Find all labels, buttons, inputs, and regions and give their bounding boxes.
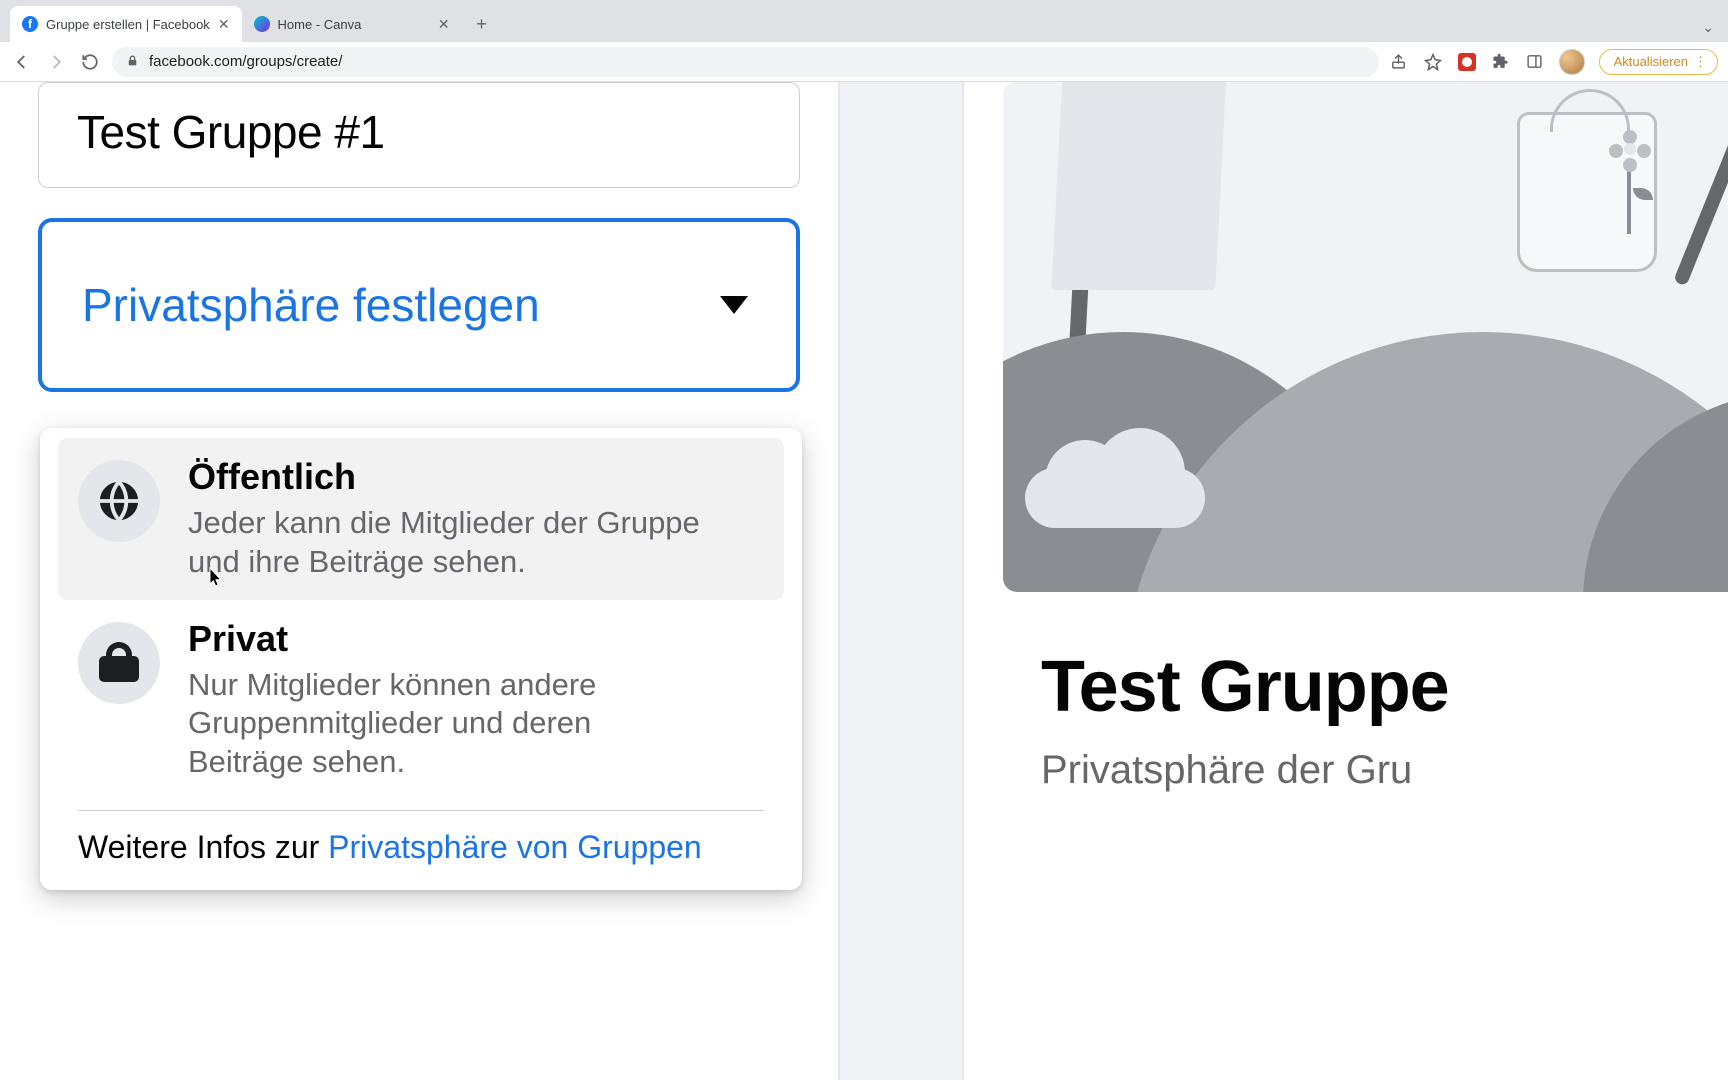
gutter — [965, 82, 1003, 1080]
option-description: Nur Mitglieder können andere Gruppenmitg… — [188, 666, 708, 782]
bookmark-icon[interactable] — [1423, 52, 1443, 72]
canva-favicon — [254, 16, 270, 32]
close-icon[interactable]: ✕ — [218, 16, 230, 33]
menu-dots-icon: ⋮ — [1694, 54, 1707, 70]
group-preview-card: Test Gruppe Privatsphäre der Gru — [1003, 82, 1728, 793]
tab-facebook[interactable]: f Gruppe erstellen | Facebook ✕ — [10, 6, 242, 42]
option-title: Öffentlich — [188, 456, 748, 498]
privacy-learn-more: Weitere Infos zur Privatsphäre von Grupp… — [58, 829, 784, 866]
divider — [78, 810, 764, 811]
tab-canva[interactable]: Home - Canva ✕ — [242, 6, 462, 42]
adblock-icon[interactable] — [1457, 52, 1477, 72]
url-text: facebook.com/groups/create/ — [149, 53, 342, 70]
privacy-dropdown-menu: Öffentlich Jeder kann die Mitglieder der… — [40, 428, 802, 890]
privacy-label: Privatsphäre festlegen — [82, 278, 540, 332]
facebook-favicon: f — [22, 16, 38, 32]
page-content: Test Gruppe #1 Privatsphäre festlegen Öf… — [0, 82, 1728, 1080]
close-icon[interactable]: ✕ — [438, 16, 450, 33]
forward-button[interactable] — [44, 50, 68, 74]
tab-title: Gruppe erstellen | Facebook — [46, 17, 210, 32]
group-name-value: Test Gruppe #1 — [77, 105, 761, 159]
update-button[interactable]: Aktualisieren ⋮ — [1599, 49, 1718, 75]
privacy-option-private[interactable]: Privat Nur Mitglieder können andere Grup… — [58, 600, 784, 800]
address-bar[interactable]: facebook.com/groups/create/ — [112, 47, 1379, 77]
option-title: Privat — [188, 618, 708, 660]
chevron-down-icon[interactable]: ⌄ — [1702, 19, 1714, 36]
gutter — [838, 82, 964, 1080]
globe-icon — [78, 460, 160, 542]
browser-toolbar: facebook.com/groups/create/ Aktualisiere… — [0, 42, 1728, 82]
preview-privacy-subtitle: Privatsphäre der Gru — [1041, 748, 1728, 793]
browser-tab-bar: f Gruppe erstellen | Facebook ✕ Home - C… — [0, 0, 1728, 42]
group-name-input[interactable]: Test Gruppe #1 — [38, 82, 800, 188]
chevron-down-icon — [720, 296, 748, 314]
extensions-icon[interactable] — [1491, 52, 1511, 72]
privacy-option-public[interactable]: Öffentlich Jeder kann die Mitglieder der… — [58, 438, 784, 600]
tab-title: Home - Canva — [278, 17, 430, 32]
preview-group-title: Test Gruppe — [1041, 646, 1728, 728]
back-button[interactable] — [10, 50, 34, 74]
new-tab-button[interactable]: + — [468, 10, 496, 38]
privacy-learn-more-link[interactable]: Privatsphäre von Gruppen — [328, 829, 702, 865]
share-icon[interactable] — [1389, 52, 1409, 72]
reload-button[interactable] — [78, 50, 102, 74]
learn-more-prefix: Weitere Infos zur — [78, 829, 328, 865]
option-description: Jeder kann die Mitglieder der Gruppe und… — [188, 504, 748, 582]
sidepanel-icon[interactable] — [1525, 52, 1545, 72]
cover-placeholder — [1003, 82, 1728, 592]
lock-icon — [126, 54, 139, 70]
update-label: Aktualisieren — [1614, 54, 1688, 69]
privacy-dropdown-trigger[interactable]: Privatsphäre festlegen — [38, 218, 800, 392]
lock-icon — [78, 622, 160, 704]
profile-avatar[interactable] — [1559, 49, 1585, 75]
